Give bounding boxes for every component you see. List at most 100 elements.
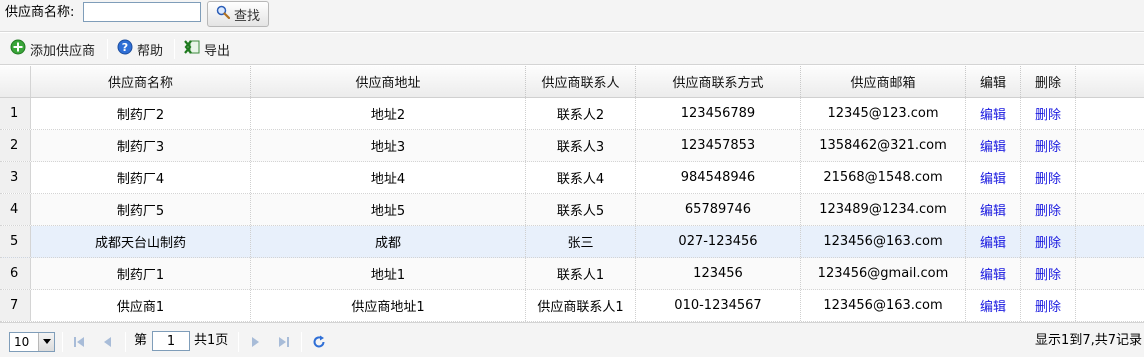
cell-email: 12345@123.com xyxy=(801,98,966,129)
toolbar-separator xyxy=(107,39,108,59)
search-button[interactable]: 查找 xyxy=(207,1,269,27)
edit-cell: 编辑 xyxy=(966,194,1021,225)
export-label: 导出 xyxy=(204,43,231,59)
row-number: 2 xyxy=(0,130,31,161)
row-number: 7 xyxy=(0,290,31,321)
table-row[interactable]: 6 制药厂1 地址1 联系人1 123456 123456@gmail.com 编辑 删除 xyxy=(0,258,1144,290)
delete-cell: 删除 xyxy=(1021,194,1076,225)
cell-name: 制药厂4 xyxy=(31,162,251,193)
edit-link[interactable]: 编辑 xyxy=(980,264,1006,283)
supplier-name-search-input[interactable] xyxy=(83,2,201,22)
help-label: 帮助 xyxy=(137,43,164,59)
help-button[interactable]: ? 帮助 xyxy=(117,39,163,59)
page-size-select[interactable]: 10 xyxy=(9,332,55,352)
column-header-phone[interactable]: 供应商联系方式 xyxy=(636,66,801,97)
prev-page-icon[interactable] xyxy=(100,334,116,350)
delete-link[interactable]: 删除 xyxy=(1035,200,1061,219)
magnifier-icon xyxy=(216,5,231,23)
record-count-info: 显示1到7,共7记录 xyxy=(1035,333,1142,348)
row-number: 1 xyxy=(0,98,31,129)
delete-link[interactable]: 删除 xyxy=(1035,136,1061,155)
supplier-table: 供应商名称 供应商地址 供应商联系人 供应商联系方式 供应商邮箱 编辑 删除 1… xyxy=(0,66,1144,322)
table-row[interactable]: 5 成都天台山制药 成都 张三 027-123456 123456@163.com 编辑 删除 xyxy=(0,226,1144,258)
table-row[interactable]: 4 制药厂5 地址5 联系人5 65789746 123489@1234.com 编辑 删除 xyxy=(0,194,1144,226)
table-row[interactable]: 7 供应商1 供应商地址1 供应商联系人1 010-1234567 123456@163.… xyxy=(0,290,1144,322)
delete-link[interactable]: 删除 xyxy=(1035,232,1061,251)
excel-x-icon xyxy=(184,39,200,59)
delete-cell: 删除 xyxy=(1021,258,1076,289)
table-row[interactable]: 1 制药厂2 地址2 联系人2 123456789 12345@123.com 编辑 删除 xyxy=(0,98,1144,130)
edit-link[interactable]: 编辑 xyxy=(980,200,1006,219)
cell-contact: 联系人2 xyxy=(526,98,636,129)
delete-link[interactable]: 删除 xyxy=(1035,104,1061,123)
row-number: 6 xyxy=(0,258,31,289)
cell-name: 制药厂2 xyxy=(31,98,251,129)
blue-question-icon: ? xyxy=(117,39,133,59)
delete-cell: 删除 xyxy=(1021,162,1076,193)
delete-cell: 删除 xyxy=(1021,98,1076,129)
delete-link[interactable]: 删除 xyxy=(1035,168,1061,187)
row-number: 4 xyxy=(0,194,31,225)
delete-cell: 删除 xyxy=(1021,226,1076,257)
cell-phone: 984548946 xyxy=(636,162,801,193)
add-supplier-button[interactable]: 添加供应商 xyxy=(10,39,95,59)
add-supplier-label: 添加供应商 xyxy=(30,43,96,59)
cell-name: 制药厂1 xyxy=(31,258,251,289)
edit-link[interactable]: 编辑 xyxy=(980,232,1006,251)
current-page-input[interactable] xyxy=(152,331,190,351)
edit-cell: 编辑 xyxy=(966,130,1021,161)
page-prefix: 第 xyxy=(134,333,148,348)
delete-link[interactable]: 删除 xyxy=(1035,264,1061,283)
last-page-icon[interactable] xyxy=(276,334,292,350)
row-number: 3 xyxy=(0,162,31,193)
column-header-name[interactable]: 供应商名称 xyxy=(31,66,251,97)
cell-address: 地址1 xyxy=(251,258,526,289)
row-filler xyxy=(1076,98,1144,129)
next-page-icon[interactable] xyxy=(247,334,263,350)
column-header-delete[interactable]: 删除 xyxy=(1021,66,1076,97)
column-header-address[interactable]: 供应商地址 xyxy=(251,66,526,97)
pagination-bar: 10 第 共1页 显示1到7,共7记录 xyxy=(0,322,1144,357)
column-header-contact[interactable]: 供应商联系人 xyxy=(526,66,636,97)
cell-name: 制药厂3 xyxy=(31,130,251,161)
export-button[interactable]: 导出 xyxy=(184,39,230,59)
cell-address: 成都 xyxy=(251,226,526,257)
cell-address: 地址5 xyxy=(251,194,526,225)
cell-name: 成都天台山制药 xyxy=(31,226,251,257)
column-header-edit[interactable]: 编辑 xyxy=(966,66,1021,97)
cell-contact: 张三 xyxy=(526,226,636,257)
column-header-email[interactable]: 供应商邮箱 xyxy=(801,66,966,97)
cell-phone: 65789746 xyxy=(636,194,801,225)
cell-email: 1358462@321.com xyxy=(801,130,966,161)
edit-link[interactable]: 编辑 xyxy=(980,168,1006,187)
green-plus-icon xyxy=(10,39,26,59)
table-row[interactable]: 3 制药厂4 地址4 联系人4 984548946 21568@1548.com 编辑 删除 xyxy=(0,162,1144,194)
total-pages: 共1页 xyxy=(194,333,229,348)
page-size-value: 10 xyxy=(14,335,30,349)
search-label: 供应商名称: xyxy=(5,5,75,20)
svg-text:?: ? xyxy=(122,41,128,54)
row-filler xyxy=(1076,258,1144,289)
cell-name: 制药厂5 xyxy=(31,194,251,225)
cell-email: 123489@1234.com xyxy=(801,194,966,225)
toolbar: 添加供应商 ? 帮助 导出 xyxy=(0,33,1144,65)
cell-address: 地址2 xyxy=(251,98,526,129)
cell-contact: 联系人4 xyxy=(526,162,636,193)
row-filler xyxy=(1076,130,1144,161)
pager-separator xyxy=(62,332,63,352)
search-bar: 供应商名称: 查找 xyxy=(0,0,1144,32)
pager-separator xyxy=(301,332,302,352)
first-page-icon[interactable] xyxy=(71,334,87,350)
edit-link[interactable]: 编辑 xyxy=(980,296,1006,315)
cell-address: 供应商地址1 xyxy=(251,290,526,321)
table-row[interactable]: 2 制药厂3 地址3 联系人3 123457853 1358462@321.com 编辑 删除 xyxy=(0,130,1144,162)
cell-phone: 027-123456 xyxy=(636,226,801,257)
delete-link[interactable]: 删除 xyxy=(1035,296,1061,315)
cell-phone: 123456 xyxy=(636,258,801,289)
edit-link[interactable]: 编辑 xyxy=(980,136,1006,155)
edit-link[interactable]: 编辑 xyxy=(980,104,1006,123)
cell-phone: 123456789 xyxy=(636,98,801,129)
row-filler xyxy=(1076,194,1144,225)
edit-cell: 编辑 xyxy=(966,98,1021,129)
refresh-icon[interactable] xyxy=(311,334,327,350)
